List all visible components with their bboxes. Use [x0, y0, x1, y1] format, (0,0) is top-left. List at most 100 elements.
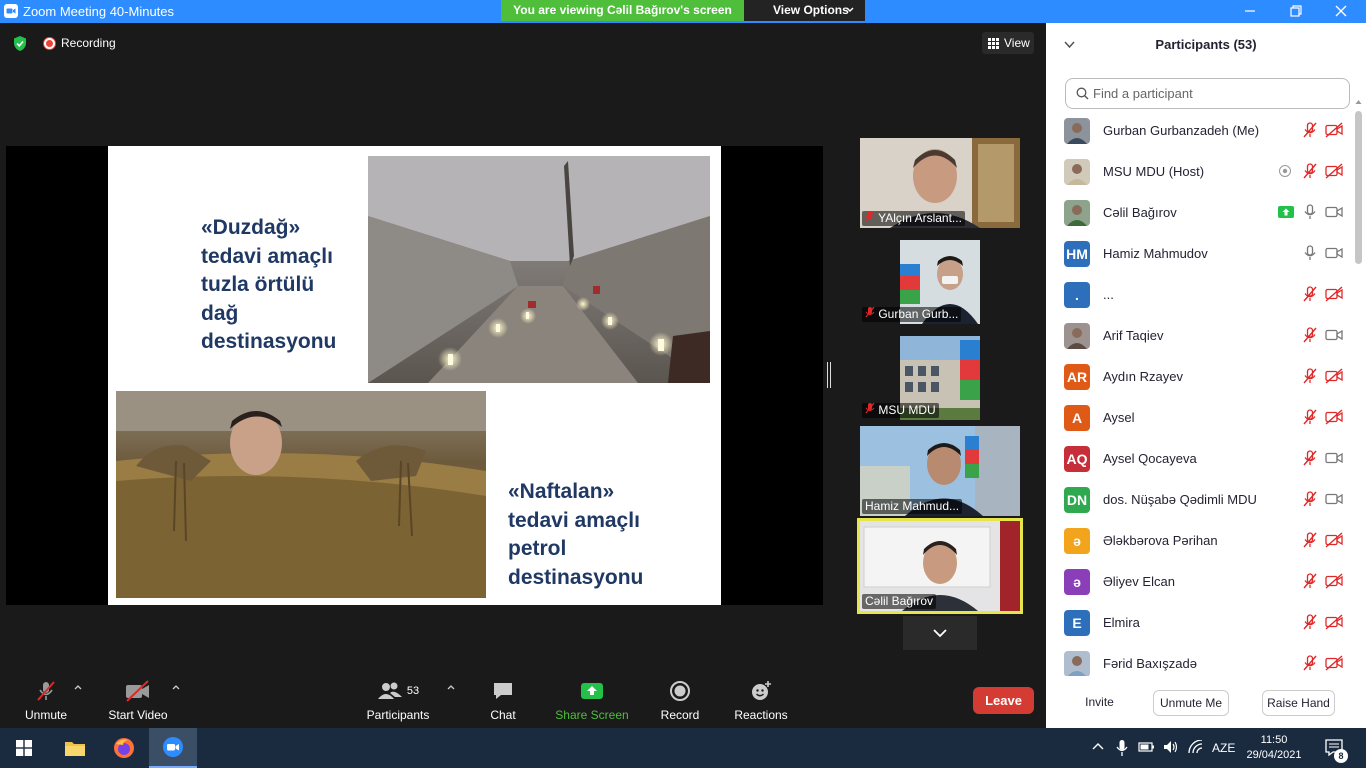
participant-row[interactable]: DN dos. Nüşabə Qədimli MDU [1046, 479, 1354, 520]
avatar [1064, 200, 1090, 226]
participant-name: ... [1103, 287, 1114, 302]
slide-text-duzdag: «Duzdağ» tedavi amaçlı tuzla örtülü dağ … [201, 214, 336, 357]
participant-video-status[interactable] [1325, 614, 1344, 635]
participant-mic-status[interactable] [1302, 491, 1318, 512]
share-screen-icon [581, 683, 603, 699]
windows-logo-icon [16, 740, 32, 756]
participant-video-status[interactable] [1325, 655, 1344, 676]
mic-muted-icon [1303, 409, 1317, 425]
participant-video-status[interactable] [1325, 573, 1344, 594]
participant-row[interactable]: AR Aydın Rzayev [1046, 356, 1354, 397]
tiles-scroll-down-button[interactable] [903, 616, 977, 650]
restore-icon[interactable] [1288, 3, 1304, 19]
chevron-up-icon[interactable] [74, 684, 82, 690]
system-clock[interactable]: 11:50 29/04/2021 [1245, 733, 1303, 763]
chevron-up-icon[interactable] [1092, 742, 1104, 750]
participant-video-status[interactable] [1325, 163, 1344, 184]
chevron-up-icon[interactable] [172, 684, 180, 690]
participant-mic-status[interactable] [1302, 122, 1318, 143]
record-button[interactable]: Record [658, 679, 702, 722]
unmute-button[interactable]: Unmute [18, 679, 74, 722]
video-tile[interactable]: MSU MDU [860, 330, 1020, 420]
participant-row[interactable]: ə Əliyev Elcan [1046, 561, 1354, 602]
participant-video-status[interactable] [1325, 286, 1344, 307]
leave-button[interactable]: Leave [973, 687, 1034, 714]
video-tile[interactable]: Hamiz Mahmud... [860, 426, 1020, 516]
participant-mic-status[interactable] [1302, 409, 1318, 430]
participant-mic-status[interactable] [1302, 655, 1318, 676]
avatar [1064, 159, 1090, 185]
participant-mic-status[interactable] [1302, 368, 1318, 389]
scroll-up-icon[interactable] [1355, 99, 1362, 105]
start-video-button[interactable]: Start Video [104, 679, 172, 722]
participant-mic-status[interactable] [1302, 163, 1318, 184]
notification-count-badge: 8 [1334, 749, 1348, 763]
chat-button[interactable]: Chat [482, 679, 524, 722]
shield-icon[interactable] [12, 35, 28, 52]
unmute-me-button[interactable]: Unmute Me [1153, 690, 1229, 716]
participant-mic-status[interactable] [1302, 614, 1318, 635]
start-button[interactable] [0, 728, 48, 768]
participant-row[interactable]: MSU MDU (Host) [1046, 151, 1354, 192]
video-off-icon [1325, 122, 1343, 138]
participant-row[interactable]: HM Hamiz Mahmudov [1046, 233, 1354, 274]
participants-scrollbar[interactable] [1355, 111, 1362, 264]
mic-muted-icon [1303, 327, 1317, 343]
search-input[interactable]: Find a participant [1065, 78, 1350, 109]
language-indicator[interactable]: AZE [1212, 741, 1235, 755]
close-icon[interactable] [1333, 3, 1349, 19]
view-options-button[interactable]: View Options [744, 0, 865, 21]
participant-row[interactable]: Gurban Gurbanzadeh (Me) [1046, 110, 1354, 151]
participant-row[interactable]: A Aysel [1046, 397, 1354, 438]
microphone-icon[interactable] [1116, 740, 1128, 756]
invite-button[interactable]: Invite [1078, 690, 1121, 716]
participant-row[interactable]: .... [1046, 274, 1354, 315]
participant-row[interactable]: Cəlil Bağırov [1046, 192, 1354, 233]
raise-hand-button[interactable]: Raise Hand [1262, 690, 1335, 716]
video-tile[interactable]: Gurban Gurb... [860, 234, 1020, 324]
participant-video-status[interactable] [1325, 450, 1344, 471]
participant-mic-status[interactable] [1302, 573, 1318, 594]
participant-video-status[interactable] [1325, 491, 1344, 512]
panel-splitter-handle[interactable] [827, 362, 831, 388]
share-screen-button[interactable]: Share Screen [554, 679, 630, 722]
firefox-taskbar-button[interactable] [100, 728, 148, 768]
participant-mic-status[interactable] [1302, 204, 1318, 225]
participant-row[interactable]: Arif Taqiev [1046, 315, 1354, 356]
speaker-icon[interactable] [1163, 740, 1179, 754]
participant-mic-status[interactable] [1302, 286, 1318, 307]
minimize-icon[interactable] [1242, 3, 1258, 19]
zoom-app-icon [4, 4, 18, 18]
participants-button[interactable]: 53 Participants [364, 679, 432, 722]
participant-name: Aysel Qocayeva [1103, 451, 1197, 466]
file-explorer-taskbar-button[interactable] [51, 728, 99, 768]
slide-line: «Duzdağ» [201, 216, 301, 239]
recording-indicator[interactable]: Recording [44, 36, 116, 50]
reactions-button[interactable]: Reactions [732, 679, 790, 722]
wifi-icon[interactable] [1188, 740, 1204, 754]
participant-mic-status[interactable] [1302, 245, 1318, 266]
avatar-initials: E [1064, 610, 1090, 636]
view-button[interactable]: View [982, 32, 1034, 54]
participant-name: Əliyev Elcan [1103, 574, 1175, 589]
participant-video-status[interactable] [1325, 532, 1344, 553]
participant-row[interactable]: Fərid Baxışzadə [1046, 643, 1354, 676]
participant-row[interactable]: ə Ələkbərova Pərihan [1046, 520, 1354, 561]
participant-mic-status[interactable] [1302, 327, 1318, 348]
participant-mic-status[interactable] [1302, 450, 1318, 471]
participant-video-status[interactable] [1325, 245, 1344, 266]
video-tile[interactable]: YAlçın Arslant... [860, 138, 1020, 228]
participant-row[interactable]: AQ Aysel Qocayeva [1046, 438, 1354, 479]
chevron-up-icon[interactable] [447, 684, 455, 690]
participant-video-status[interactable] [1325, 327, 1344, 348]
reactions-label: Reactions [734, 708, 788, 722]
participant-video-status[interactable] [1325, 122, 1344, 143]
battery-icon[interactable] [1138, 740, 1156, 754]
zoom-taskbar-button[interactable] [149, 728, 197, 768]
video-tile-active-speaker[interactable]: Cəlil Bağırov [857, 518, 1023, 614]
participant-row[interactable]: E Elmira [1046, 602, 1354, 643]
participant-video-status[interactable] [1325, 368, 1344, 389]
participant-video-status[interactable] [1325, 204, 1344, 225]
participant-mic-status[interactable] [1302, 532, 1318, 553]
participant-video-status[interactable] [1325, 409, 1344, 430]
